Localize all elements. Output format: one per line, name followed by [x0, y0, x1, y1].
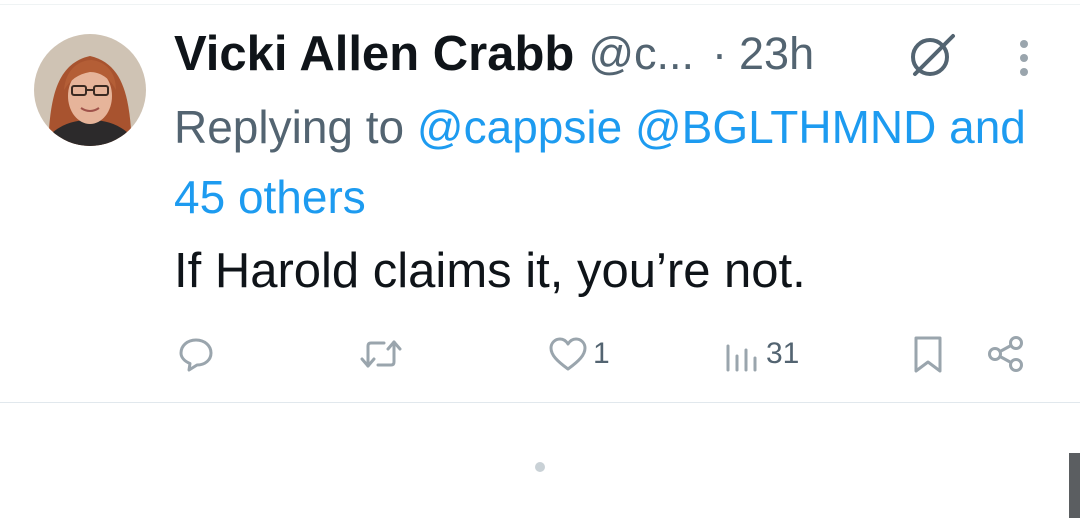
replying-to-label: Replying to	[174, 101, 405, 153]
bookmark-button[interactable]	[910, 326, 946, 382]
repost-button[interactable]	[358, 326, 408, 382]
replying-to: Replying to @cappsie @BGLTHMND and 45 ot…	[174, 92, 1034, 232]
reply-button[interactable]	[176, 326, 220, 382]
author-display-name[interactable]: Vicki Allen Crabb	[174, 26, 574, 82]
tweet-header: Vicki Allen Crabb @c... · 23h	[174, 24, 814, 84]
mention-link[interactable]: @BGLTHMND	[635, 101, 936, 153]
author-handle[interactable]: @c...	[588, 28, 694, 80]
scrollbar[interactable]	[1069, 453, 1080, 518]
more-options-icon[interactable]	[1012, 38, 1036, 78]
loading-indicator	[535, 462, 545, 472]
avatar[interactable]	[34, 34, 146, 146]
reply-icon	[176, 334, 216, 374]
views-button[interactable]: 31	[724, 326, 799, 382]
action-bar: 1 31	[0, 326, 1080, 382]
like-button[interactable]: 1	[547, 326, 610, 382]
mention-connector[interactable]: and	[949, 101, 1026, 153]
separator-dot: ·	[712, 28, 728, 79]
repost-icon	[358, 334, 404, 374]
views-count: 31	[766, 337, 800, 370]
top-divider	[0, 4, 1080, 5]
others-link[interactable]: 45 others	[174, 171, 366, 223]
grok-icon[interactable]	[905, 28, 959, 82]
bottom-divider	[0, 402, 1080, 403]
share-icon	[986, 334, 1026, 374]
timestamp[interactable]: 23h	[739, 28, 814, 80]
share-button[interactable]	[986, 326, 1026, 382]
views-icon	[724, 334, 762, 374]
heart-icon	[547, 334, 589, 374]
tweet-text: If Harold claims it, you’re not.	[174, 244, 806, 298]
like-count: 1	[593, 337, 610, 370]
bookmark-icon	[910, 334, 946, 374]
mention-link[interactable]: @cappsie	[417, 101, 622, 153]
